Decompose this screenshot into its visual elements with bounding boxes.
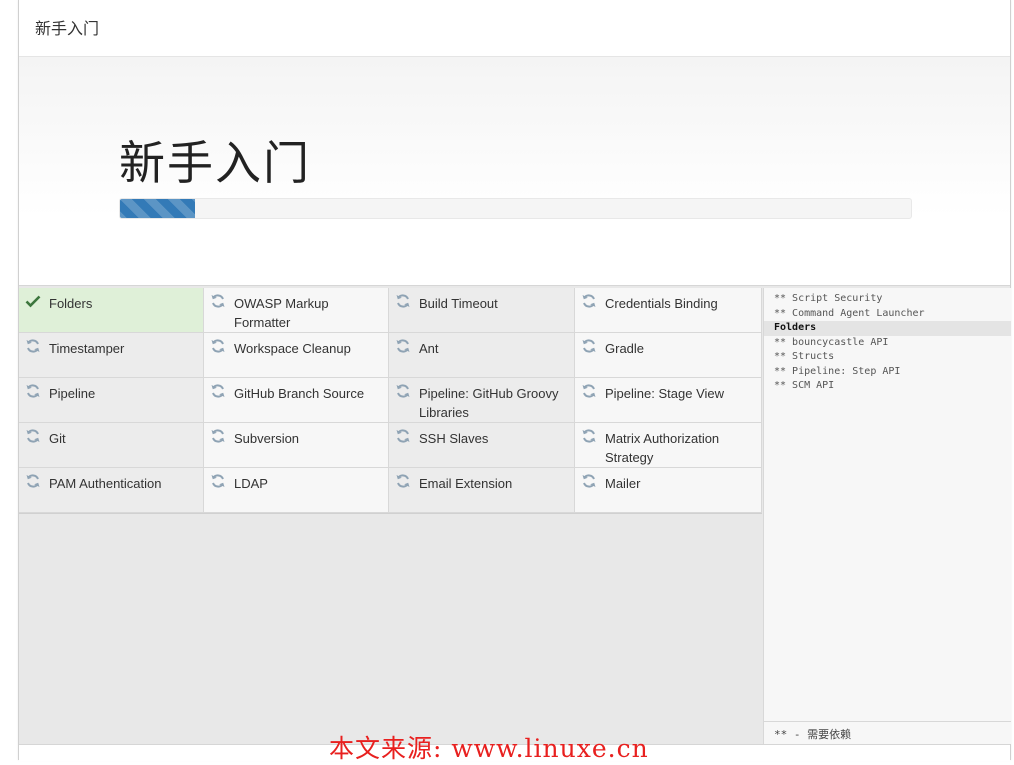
plugin-cell: SSH Slaves (389, 423, 575, 468)
plugin-cell: Pipeline (19, 378, 204, 423)
refresh-icon (582, 474, 596, 488)
refresh-icon (396, 474, 410, 488)
install-progress-fill (120, 199, 196, 218)
plugin-name: Pipeline: Stage View (605, 386, 725, 401)
refresh-icon (211, 474, 225, 488)
plugin-name: SSH Slaves (419, 431, 489, 446)
log-line: ** bouncycastle API (774, 336, 889, 348)
plugin-cell: Timestamper (19, 333, 204, 378)
plugin-name: Credentials Binding (605, 296, 718, 311)
log-line: ** Script Security (774, 293, 883, 304)
plugin-name: Git (49, 431, 66, 446)
hero-title: 新手入门 (119, 136, 311, 190)
check-icon (25, 295, 41, 308)
plugin-cell: Gradle (575, 333, 762, 378)
plugin-name: Folders (49, 296, 93, 311)
log-legend: ** - 需要依赖 (764, 721, 1011, 743)
refresh-icon (26, 429, 40, 443)
plugin-cell: Folders (19, 288, 204, 333)
install-log-list: ** Script Security ** Command Agent Launc… (764, 292, 1011, 394)
plugin-cell: Matrix Authorization Strategy (575, 423, 762, 468)
log-line: ** Pipeline: Step API (774, 365, 901, 377)
dialog-title: 新手入门 (35, 19, 100, 38)
plugin-cell: Workspace Cleanup (204, 333, 389, 378)
refresh-icon (396, 429, 410, 443)
plugin-name: PAM Authentication (49, 476, 162, 491)
plugin-cell: Mailer (575, 468, 762, 513)
refresh-icon (211, 429, 225, 443)
plugin-name: OWASP Markup Formatter (234, 296, 329, 330)
plugin-cell: Git (19, 423, 204, 468)
refresh-icon (396, 384, 410, 398)
plugin-cell: Pipeline: Stage View (575, 378, 762, 423)
plugin-cell: Pipeline: GitHub Groovy Libraries (389, 378, 575, 423)
plugin-name: Mailer (605, 476, 641, 491)
plugin-cell: Email Extension (389, 468, 575, 513)
refresh-icon (211, 339, 225, 353)
plugin-cell: GitHub Branch Source (204, 378, 389, 423)
refresh-icon (211, 294, 225, 308)
refresh-icon (582, 384, 596, 398)
refresh-icon (26, 384, 40, 398)
refresh-icon (582, 294, 596, 308)
plugin-cell: Credentials Binding (575, 288, 762, 333)
refresh-icon (211, 384, 225, 398)
plugin-cell: Ant (389, 333, 575, 378)
plugin-name: GitHub Branch Source (234, 386, 365, 401)
log-line: Folders (764, 321, 1011, 336)
plugin-name: Build Timeout (419, 296, 498, 311)
plugin-name: Matrix Authorization Strategy (605, 431, 720, 465)
plugin-cell: Build Timeout (389, 288, 575, 333)
refresh-icon (396, 294, 410, 308)
plugin-name: Email Extension (419, 476, 513, 491)
install-progress-bar (119, 198, 912, 219)
setup-wizard-dialog: 新手入门 新手入门 Folders OWASP Markup Formatter B… (18, 0, 1011, 761)
refresh-icon (582, 339, 596, 353)
plugin-name: LDAP (234, 476, 268, 491)
plugin-grid: Folders OWASP Markup Formatter Build Timeo… (19, 288, 762, 514)
log-line: ** SCM API (774, 380, 835, 391)
plugin-name: Gradle (605, 341, 645, 356)
log-line: ** Structs (774, 351, 835, 362)
plugin-cell: Subversion (204, 423, 389, 468)
refresh-icon (26, 474, 40, 488)
refresh-icon (396, 339, 410, 353)
plugin-name: Ant (419, 341, 439, 356)
plugin-cell: OWASP Markup Formatter (204, 288, 389, 333)
install-content: Folders OWASP Markup Formatter Build Timeo… (19, 286, 1011, 744)
refresh-icon (26, 339, 40, 353)
refresh-icon (582, 429, 596, 443)
plugin-cell: PAM Authentication (19, 468, 204, 513)
left-gutter (0, 0, 18, 760)
install-log-panel[interactable]: ** Script Security ** Command Agent Launc… (763, 288, 1011, 744)
plugin-cell: LDAP (204, 468, 389, 513)
log-line: ** Command Agent Launcher (774, 307, 925, 319)
plugin-name: Timestamper (49, 341, 125, 356)
plugin-name: Pipeline: GitHub Groovy Libraries (419, 386, 559, 420)
plugin-name: Pipeline (49, 386, 96, 401)
plugin-name: Subversion (234, 431, 300, 446)
dialog-header: 新手入门 (19, 0, 1010, 57)
hero-banner: 新手入门 (19, 57, 1010, 286)
plugin-name: Workspace Cleanup (234, 341, 351, 356)
